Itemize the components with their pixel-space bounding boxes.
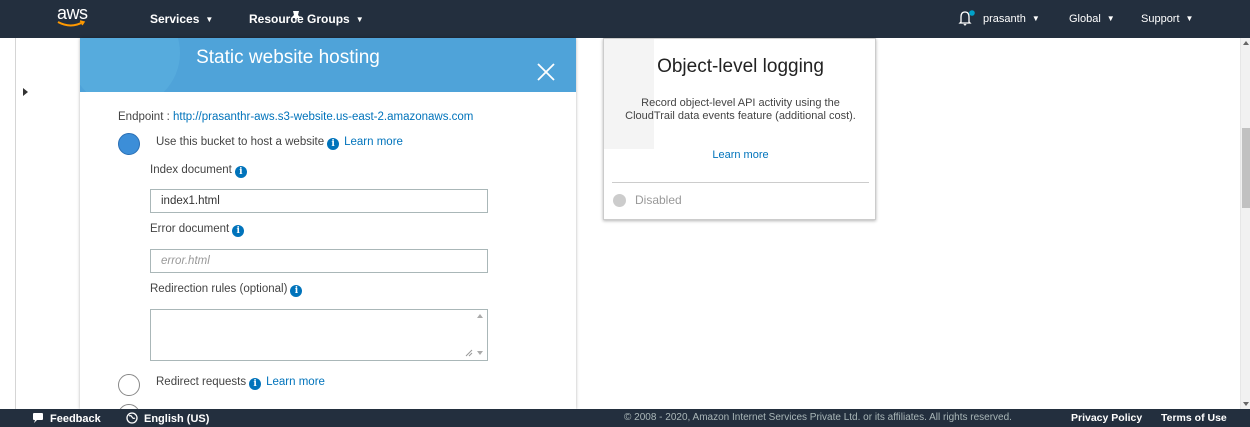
info-icon[interactable]: i (232, 225, 245, 237)
redirection-rules-textarea[interactable] (150, 309, 488, 361)
redirect-learn-more-link[interactable]: Learn more (266, 376, 325, 388)
left-gutter (0, 38, 16, 409)
aws-logo-icon[interactable]: aws (57, 3, 89, 33)
footer-bar: Feedback English (US) © 2008 - 2020, Ama… (0, 409, 1250, 427)
chevron-down-icon: ▼ (355, 15, 364, 24)
endpoint-link[interactable]: http://prasanthr-aws.s3-website.us-east-… (173, 111, 473, 123)
user-menu[interactable]: prasanth ▼ (983, 13, 1040, 25)
services-menu[interactable]: Services ▼ (150, 12, 213, 26)
feedback-icon (33, 413, 43, 423)
top-navigation-bar: aws Services ▼ Resource Groups ▼ prasanth ▼… (0, 0, 1250, 38)
logging-title: Object-level logging (657, 56, 824, 77)
index-document-input[interactable]: index1.html (150, 189, 488, 213)
chevron-down-icon: ▼ (1031, 14, 1040, 23)
language-selector[interactable]: English (US) (126, 412, 209, 425)
error-document-label-row: Error document i (150, 223, 245, 237)
chevron-down-icon: ▼ (205, 15, 214, 24)
static-website-hosting-panel: Static website hosting Endpoint : http:/… (80, 38, 576, 409)
feedback-link[interactable]: Feedback (32, 412, 101, 425)
info-icon[interactable]: i (234, 166, 247, 178)
globe-icon (126, 412, 138, 424)
host-website-radio[interactable] (118, 133, 140, 155)
redirect-requests-option: Redirect requests i Learn more (156, 376, 325, 390)
user-label: prasanth (983, 13, 1026, 25)
scrollbar-thumb[interactable] (1242, 128, 1250, 208)
panel-header: Static website hosting (80, 38, 576, 92)
error-document-label: Error document (150, 223, 230, 235)
endpoint-row: Endpoint : http://prasanthr-aws.s3-websi… (118, 111, 473, 123)
redirect-requests-label: Redirect requests (156, 376, 247, 388)
resource-groups-menu[interactable]: Resource Groups ▼ (249, 12, 364, 26)
textarea-scroll-up-icon[interactable] (477, 314, 483, 318)
status-indicator-icon (613, 194, 626, 207)
region-label: Global (1069, 13, 1101, 25)
host-website-label: Use this bucket to host a website (156, 136, 325, 148)
logging-learn-more-link[interactable]: Learn more (604, 149, 875, 161)
bell-icon[interactable] (957, 9, 975, 27)
info-icon[interactable]: i (327, 138, 340, 150)
info-icon[interactable]: i (249, 378, 262, 390)
scroll-down-icon[interactable] (1243, 402, 1249, 406)
redirection-rules-label: Redirection rules (optional) (150, 283, 288, 295)
privacy-policy-link[interactable]: Privacy Policy (1071, 412, 1142, 424)
index-document-label: Index document (150, 164, 232, 176)
close-icon[interactable] (535, 61, 557, 83)
divider (612, 182, 869, 183)
redirect-requests-radio[interactable] (118, 374, 140, 396)
host-learn-more-link[interactable]: Learn more (344, 136, 403, 148)
chevron-down-icon: ▼ (1185, 14, 1194, 23)
pin-icon[interactable] (289, 10, 303, 24)
redirection-rules-label-row: Redirection rules (optional) i (150, 283, 303, 297)
info-icon[interactable]: i (290, 285, 303, 297)
panel-title: Static website hosting (196, 47, 380, 68)
logging-description: Record object-level API activity using t… (625, 97, 856, 122)
endpoint-label: Endpoint : (118, 111, 173, 123)
copyright-text: © 2008 - 2020, Amazon Internet Services … (624, 412, 1012, 423)
textarea-scroll-down-icon[interactable] (477, 351, 483, 355)
feedback-label: Feedback (50, 413, 101, 425)
expand-sidebar-icon[interactable] (23, 88, 28, 96)
logging-status: Disabled (635, 193, 682, 207)
scroll-up-icon[interactable] (1243, 41, 1249, 45)
page-scrollbar[interactable] (1240, 38, 1250, 409)
support-label: Support (1141, 13, 1180, 25)
error-document-input[interactable]: error.html (150, 249, 488, 273)
services-label: Services (150, 12, 200, 26)
object-level-logging-card[interactable]: Object-level logging Record object-level… (603, 38, 876, 220)
region-menu[interactable]: Global ▼ (1069, 13, 1115, 25)
chevron-down-icon: ▼ (1106, 14, 1115, 23)
terms-of-use-link[interactable]: Terms of Use (1161, 412, 1227, 424)
host-website-option: Use this bucket to host a website i Learn … (156, 136, 403, 150)
support-menu[interactable]: Support ▼ (1141, 13, 1193, 25)
language-label: English (US) (144, 413, 210, 425)
index-document-label-row: Index document i (150, 164, 247, 178)
resize-grip-icon[interactable] (465, 349, 473, 357)
